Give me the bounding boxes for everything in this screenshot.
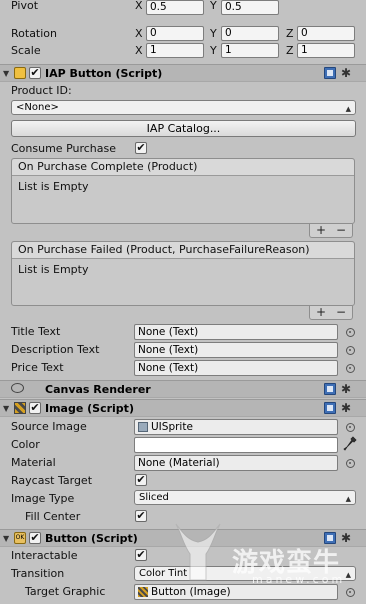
description-text-label: Description Text	[11, 343, 100, 356]
remove-listener-button[interactable]: −	[336, 223, 346, 237]
material-label: Material	[11, 456, 56, 469]
image-help-icon[interactable]	[324, 402, 336, 414]
image-component-icon	[138, 587, 148, 597]
scale-label: Scale	[11, 44, 41, 57]
rotation-z-label: Z	[286, 27, 294, 40]
canvas-help-icon[interactable]	[324, 383, 336, 395]
title-text-field[interactable]: None (Text)	[134, 324, 338, 340]
transition-label: Transition	[11, 567, 65, 580]
rotation-x-label: X	[135, 27, 143, 40]
pivot-label: Pivot	[11, 0, 39, 12]
button-fold-icon[interactable]: ▼	[3, 534, 9, 543]
description-text-field[interactable]: None (Text)	[134, 342, 338, 358]
rotation-y-field[interactable]: 0	[221, 26, 279, 41]
watermark-logo	[175, 523, 221, 581]
on-purchase-failed-body: List is Empty	[18, 263, 89, 276]
object-picker-icon[interactable]	[346, 588, 355, 597]
iap-catalog-button[interactable]: IAP Catalog...	[11, 120, 356, 137]
rotation-x-field[interactable]: 0	[146, 26, 204, 41]
image-title: Image (Script)	[45, 402, 134, 415]
object-picker-icon[interactable]	[346, 328, 355, 337]
eyedropper-icon[interactable]	[343, 436, 357, 452]
price-text-field[interactable]: None (Text)	[134, 360, 338, 376]
object-picker-icon[interactable]	[346, 346, 355, 355]
iap-gear-icon[interactable]: ✱	[341, 67, 351, 79]
on-purchase-failed-event: On Purchase Failed (Product, PurchaseFai…	[11, 241, 355, 306]
price-text-label: Price Text	[11, 361, 64, 374]
scale-z-field[interactable]: 1	[297, 43, 355, 58]
rotation-label: Rotation	[11, 27, 58, 40]
source-image-label: Source Image	[11, 420, 87, 433]
product-id-dropdown[interactable]: <None> ▲	[11, 100, 356, 115]
on-failed-plusminus: + −	[309, 305, 353, 320]
chevron-updown-icon: ▲	[345, 571, 351, 579]
canvas-renderer-title: Canvas Renderer	[45, 383, 151, 396]
add-listener-button[interactable]: +	[316, 305, 326, 319]
rotation-y-label: Y	[210, 27, 217, 40]
scale-x-field[interactable]: 1	[146, 43, 204, 58]
product-id-value: <None>	[16, 102, 59, 113]
target-graphic-label: Target Graphic	[25, 585, 106, 598]
iap-help-icon[interactable]	[324, 67, 336, 79]
on-purchase-complete-body: List is Empty	[18, 180, 89, 193]
object-picker-icon[interactable]	[346, 423, 355, 432]
button-enabled-checkbox[interactable]: ✔	[29, 532, 41, 544]
on-purchase-failed-title: On Purchase Failed (Product, PurchaseFai…	[12, 242, 354, 259]
iap-script-icon	[14, 67, 26, 79]
chevron-updown-icon: ▲	[345, 495, 351, 503]
button-gear-icon[interactable]: ✱	[341, 532, 351, 544]
raycast-target-label: Raycast Target	[11, 474, 93, 487]
button-title: Button (Script)	[45, 532, 138, 545]
product-id-label: Product ID:	[11, 84, 72, 97]
target-graphic-field[interactable]: Button (Image)	[134, 584, 338, 600]
color-label: Color	[11, 438, 40, 451]
image-type-value: Sliced	[139, 492, 169, 503]
source-image-value: UISprite	[151, 421, 193, 433]
object-picker-icon[interactable]	[346, 459, 355, 468]
raycast-target-checkbox[interactable]: ✔	[135, 474, 147, 486]
pivot-y-label: Y	[210, 0, 217, 12]
on-purchase-complete-title: On Purchase Complete (Product)	[12, 159, 354, 176]
interactable-label: Interactable	[11, 549, 78, 562]
interactable-checkbox[interactable]: ✔	[135, 549, 147, 561]
iap-fold-icon[interactable]: ▼	[3, 69, 9, 78]
consume-purchase-checkbox[interactable]: ✔	[135, 142, 147, 154]
material-field[interactable]: None (Material)	[134, 455, 338, 471]
on-purchase-complete-event: On Purchase Complete (Product) List is E…	[11, 158, 355, 224]
scale-y-field[interactable]: 1	[221, 43, 279, 58]
remove-listener-button[interactable]: −	[336, 305, 346, 319]
chevron-updown-icon: ▲	[345, 105, 351, 113]
title-text-label: Title Text	[11, 325, 61, 338]
watermark-subtext: manew.com	[252, 573, 346, 586]
sprite-icon	[138, 422, 148, 432]
scale-x-label: X	[135, 44, 143, 57]
image-fold-icon[interactable]: ▼	[3, 404, 9, 413]
scale-z-label: Z	[286, 44, 294, 57]
image-enabled-checkbox[interactable]: ✔	[29, 402, 41, 414]
image-gear-icon[interactable]: ✱	[341, 402, 351, 414]
canvas-gear-icon[interactable]: ✱	[341, 383, 351, 395]
iap-enabled-checkbox[interactable]: ✔	[29, 67, 41, 79]
image-type-dropdown[interactable]: Sliced ▲	[134, 490, 356, 505]
image-script-icon	[14, 402, 26, 414]
fill-center-label: Fill Center	[25, 510, 81, 523]
consume-purchase-label: Consume Purchase	[11, 142, 117, 155]
fill-center-checkbox[interactable]: ✔	[135, 510, 147, 522]
source-image-field[interactable]: UISprite	[134, 419, 338, 435]
iap-title: IAP Button (Script)	[45, 67, 163, 80]
on-complete-plusminus: + −	[309, 223, 353, 238]
pivot-x-field[interactable]: 0.5	[146, 0, 204, 15]
eye-icon	[11, 383, 24, 393]
image-type-label: Image Type	[11, 492, 75, 505]
button-script-icon: OK	[14, 532, 26, 544]
color-swatch[interactable]	[134, 437, 338, 453]
scale-y-label: Y	[210, 44, 217, 57]
object-picker-icon[interactable]	[346, 364, 355, 373]
pivot-x-label: X	[135, 0, 143, 12]
pivot-y-field[interactable]: 0.5	[221, 0, 279, 15]
add-listener-button[interactable]: +	[316, 223, 326, 237]
rotation-z-field[interactable]: 0	[297, 26, 355, 41]
